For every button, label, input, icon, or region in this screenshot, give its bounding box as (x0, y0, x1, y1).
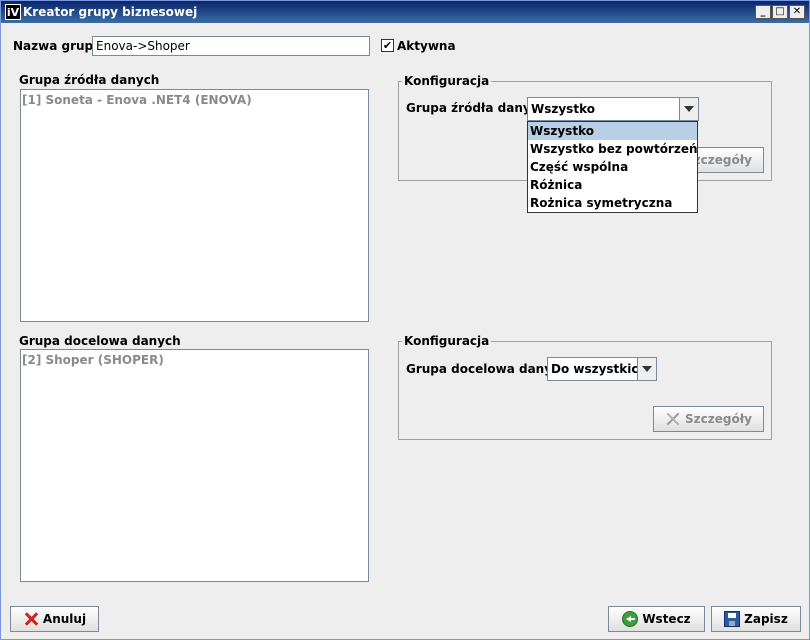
active-checkbox[interactable]: ✔ (381, 39, 394, 52)
target-list-label: Grupa docelowa danych (19, 334, 181, 348)
source-config-title: Konfiguracja (402, 74, 492, 88)
target-config-title: Konfiguracja (402, 334, 492, 348)
minimize-button[interactable]: _ (755, 5, 771, 19)
chevron-down-icon[interactable] (637, 358, 656, 380)
dropdown-option[interactable]: Część wspólna (528, 158, 697, 176)
target-details-label: Szczegóły (685, 412, 752, 426)
target-group-label: Grupa docelowa danych (406, 362, 568, 376)
source-group-label: Grupa źródła danych (406, 101, 547, 115)
close-button[interactable]: ✕ (789, 5, 805, 19)
title-bar[interactable]: iV Kreator grupy biznesowej _ □ ✕ (1, 1, 809, 23)
tools-icon (665, 411, 681, 427)
maximize-button[interactable]: □ (772, 5, 788, 19)
target-details-button[interactable]: Szczegóły (653, 406, 764, 432)
dropdown-option[interactable]: Wszystko (528, 122, 697, 140)
cancel-button[interactable]: Anuluj (10, 606, 99, 632)
list-item[interactable]: [1] Soneta - Enova .NET4 (ENOVA) (22, 93, 252, 107)
source-list[interactable]: [1] Soneta - Enova .NET4 (ENOVA) (20, 89, 369, 322)
back-arrow-icon (622, 611, 639, 627)
save-button[interactable]: Zapisz (711, 606, 801, 632)
group-name-label: Nazwa grupy (13, 39, 101, 53)
back-label: Wstecz (642, 612, 691, 626)
cancel-label: Anuluj (42, 612, 87, 626)
dropdown-option[interactable]: Różnica (528, 176, 697, 194)
dropdown-option[interactable]: Wszystko bez powtórzeń (528, 140, 698, 158)
window-title: Kreator grupy biznesowej (23, 5, 198, 19)
dropdown-option[interactable]: Rożnica symetryczna (528, 194, 697, 212)
source-group-selected: Wszystko (531, 102, 595, 116)
source-list-label: Grupa źródła danych (19, 73, 160, 87)
group-name-input[interactable]: Enova->Shoper (92, 36, 370, 56)
target-config-group: Konfiguracja Grupa docelowa danych Do ws… (398, 334, 772, 440)
active-label: Aktywna (397, 39, 456, 53)
source-group-dropdown[interactable]: Wszystko Wszystko bez powtórzeń Część ws… (527, 121, 698, 213)
save-label: Zapisz (744, 612, 788, 626)
back-button[interactable]: Wstecz (608, 606, 705, 632)
app-icon: iV (5, 4, 21, 20)
floppy-disk-icon (724, 611, 741, 627)
close-icon (23, 611, 39, 627)
target-group-select[interactable]: Do wszystkich (547, 357, 657, 381)
chevron-down-icon[interactable] (679, 98, 698, 120)
source-group-select[interactable]: Wszystko (527, 97, 699, 121)
target-group-selected: Do wszystkich (551, 362, 648, 376)
wizard-window: iV Kreator grupy biznesowej _ □ ✕ Nazwa … (0, 0, 810, 640)
target-list[interactable]: [2] Shoper (SHOPER) (20, 349, 369, 582)
list-item[interactable]: [2] Shoper (SHOPER) (22, 353, 164, 367)
